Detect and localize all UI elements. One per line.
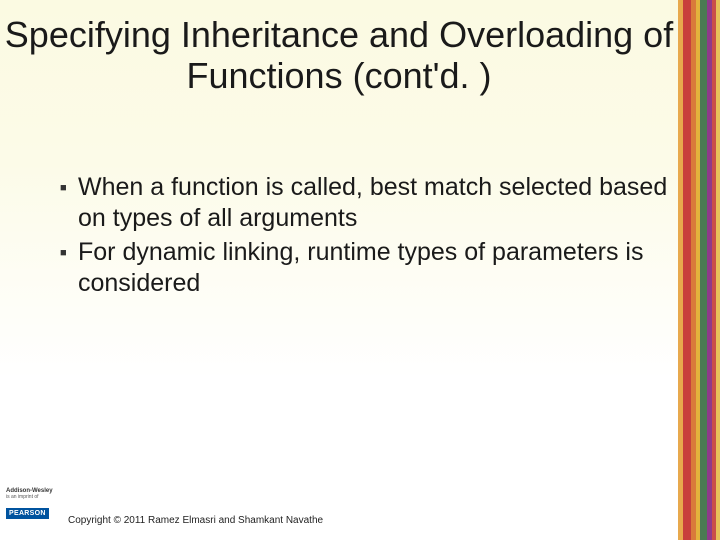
bullet-list: ■ When a function is called, best match … bbox=[60, 172, 670, 302]
list-item: ■ For dynamic linking, runtime types of … bbox=[60, 237, 670, 298]
slide: Specifying Inheritance and Overloading o… bbox=[0, 0, 720, 540]
pearson-brand: PEARSON bbox=[6, 508, 49, 519]
bullet-square-icon: ■ bbox=[60, 182, 68, 194]
stripe bbox=[700, 0, 707, 540]
bullet-text: For dynamic linking, runtime types of pa… bbox=[78, 237, 670, 298]
stripe bbox=[716, 0, 720, 540]
bullet-square-icon: ■ bbox=[60, 247, 68, 259]
bullet-text: When a function is called, best match se… bbox=[78, 172, 670, 233]
publisher-logo: Addison-Wesley is an imprint of PEARSON bbox=[6, 488, 58, 520]
copyright-text: Copyright © 2011 Ramez Elmasri and Shamk… bbox=[68, 515, 323, 526]
publisher-subline: is an imprint of bbox=[6, 495, 58, 500]
slide-title: Specifying Inheritance and Overloading o… bbox=[0, 14, 678, 97]
stripe bbox=[683, 0, 691, 540]
decorative-stripe-bar bbox=[678, 0, 720, 540]
list-item: ■ When a function is called, best match … bbox=[60, 172, 670, 233]
